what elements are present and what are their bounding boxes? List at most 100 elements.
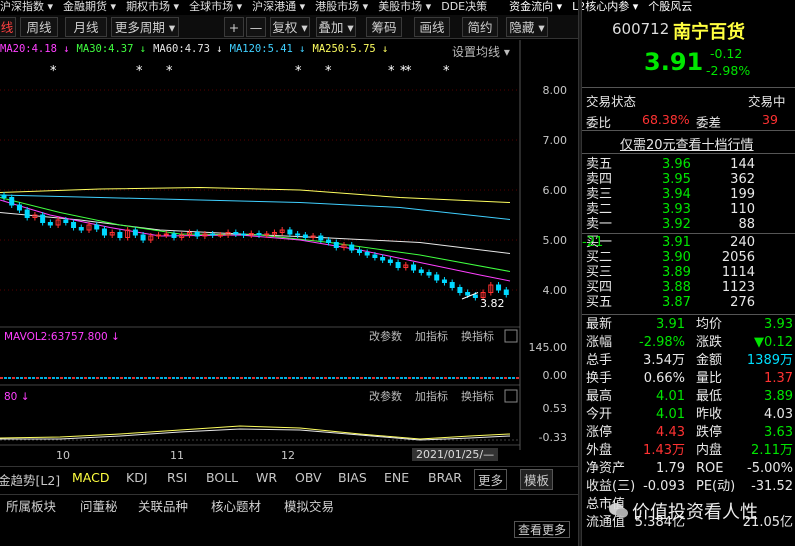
top-menu-item-0[interactable]: 沪深指数 ▾ [0,0,53,13]
ma-legend: MA20:4.18 ↓ MA30:4.37 ↓ MA60:4.73 ↓ MA120:5… [0,43,520,59]
stat-label: 总手 [586,353,613,368]
candle-body [395,262,401,268]
ask-price: 3.96 [662,157,691,172]
event-marker: * [388,64,395,79]
top-menu-item-8[interactable]: 资金流向 ▾ [509,0,562,13]
stat-value: 1.43万 [643,443,685,458]
zoom-in-button[interactable]: + [224,17,244,37]
ask-label: 卖三 [586,187,613,202]
template-button[interactable]: 模板 [520,469,554,490]
tab-ask-secretary[interactable]: 问董秘 [80,497,118,516]
candle-body [24,209,30,218]
tab-core-theme[interactable]: 核心题材 [211,497,261,516]
bid-extra: -21 [582,235,604,250]
more-indicators-button[interactable]: 更多 [474,469,508,490]
top-menu-item-5[interactable]: 港股市场 ▾ [315,0,368,13]
top-menu-item-10[interactable]: 个股风云 [648,0,692,13]
candle-body [356,249,362,253]
tab-wr[interactable]: WR [256,470,277,485]
bid-row[interactable]: 买一 3.91 240 -21 [582,235,795,250]
weibi-value: 68.38% [642,112,690,127]
vol-bar [400,377,403,379]
tab-ene[interactable]: ENE [384,470,409,485]
adjust-dropdown[interactable]: 复权 ▾ [270,17,310,37]
ask-volume: 144 [730,157,755,172]
vol-bar [288,377,291,379]
tab-boll[interactable]: BOLL [206,470,238,485]
stat-value: 3.93 [764,317,793,332]
bid-row[interactable]: 买二 3.90 2056 [582,250,795,265]
top-menu-item-9[interactable]: L2核心内参 ▾ [572,0,638,13]
tab-macd[interactable]: MACD [72,470,109,485]
trade-status-value: 交易中 [748,94,786,109]
stat-label: 净资产 [586,461,626,476]
vol-bar [352,377,355,379]
ask-row[interactable]: 卖四 3.95 362 [582,172,795,187]
top-menu-item-4[interactable]: 沪深港通 ▾ [252,0,305,13]
vol-bar [376,377,379,379]
simple-mode-button[interactable]: 简约 [462,17,498,37]
tab-sector[interactable]: 所属板块 [6,497,56,516]
kline-chart-area[interactable]: 8.007.006.005.004.003.82* * * * * * ** *MAVOL2:… [0,40,578,450]
bid-volume: 1123 [721,280,755,295]
vol-bar [44,377,47,379]
vol-bar [220,377,223,379]
vol-bar [504,377,507,379]
candle-body [94,224,100,230]
ma-curve [0,197,511,272]
level10-link[interactable]: 仅需20元查看十档行情 [620,134,754,153]
top-menu-item-1[interactable]: 金融期货 ▾ [63,0,116,13]
ask-row[interactable]: 卖五 3.96 144 [582,157,795,172]
tab-sim-trade[interactable]: 模拟交易 [284,497,334,516]
top-menu-item-2[interactable]: 期权市场 ▾ [126,0,179,13]
tab-brar[interactable]: BRAR [428,470,462,485]
more-periods-button[interactable]: 更多周期 ▾ [111,17,179,37]
vol-bar [456,377,459,379]
vol-bar [224,377,227,379]
bid-row[interactable]: 买五 3.87 276 [582,295,795,310]
candle-body [318,235,324,241]
view-more-button[interactable]: 查看更多 [514,521,571,538]
set-ma-button[interactable]: 设置均线 ▾ [452,43,510,60]
vol-bar [72,377,75,379]
ask-row[interactable]: 卖一 3.92 88 [582,217,795,232]
tab-weekly[interactable]: 周线 [20,17,58,37]
vol-bar [96,377,99,379]
tab-kdj[interactable]: KDJ [126,470,148,485]
vol-bar [496,377,499,379]
vol-bar [160,377,163,379]
wechat-icon [609,503,628,518]
tab-obv[interactable]: OBV [295,470,322,485]
vol-bar [316,377,319,379]
top-menu-item-6[interactable]: 美股市场 ▾ [378,0,431,13]
vol-bar [428,377,431,379]
vol-bar [236,377,239,379]
tab-bias[interactable]: BIAS [338,470,367,485]
bid-row[interactable]: 买四 3.88 1123 [582,280,795,295]
chip-button[interactable]: 筹码 [366,17,402,37]
draw-line-button[interactable]: 画线 [414,17,450,37]
ind-change-params-button: 改参数 [369,389,402,403]
tab-rsi[interactable]: RSI [167,470,187,485]
price-tick-label: 8.00 [543,84,568,97]
vol-bar [200,377,203,379]
tab-related[interactable]: 关联品种 [138,497,188,516]
vol-close-icon [504,329,518,343]
tab-daily[interactable]: 线 [0,17,16,37]
stat-label: 涨幅 [586,335,613,350]
ask-label: 卖四 [586,172,613,187]
candle-body [496,284,502,291]
ask-row[interactable]: 卖二 3.93 110 [582,202,795,217]
tab-trend-l2[interactable]: 金趋势[L2] [0,470,60,489]
candle-body [349,244,355,251]
bid-row[interactable]: 买三 3.89 1114 [582,265,795,280]
top-menu-item-7[interactable]: DDE决策 [441,0,487,13]
top-menu-item-3[interactable]: 全球市场 ▾ [189,0,242,13]
zoom-out-button[interactable]: — [246,17,266,37]
ask-row[interactable]: 卖三 3.94 199 [582,187,795,202]
tab-monthly[interactable]: 月线 [65,17,107,37]
overlay-dropdown[interactable]: 叠加 ▾ [316,17,356,37]
vol-bar [332,377,335,379]
vol-bar [308,377,311,379]
hide-dropdown[interactable]: 隐藏 ▾ [506,17,548,37]
